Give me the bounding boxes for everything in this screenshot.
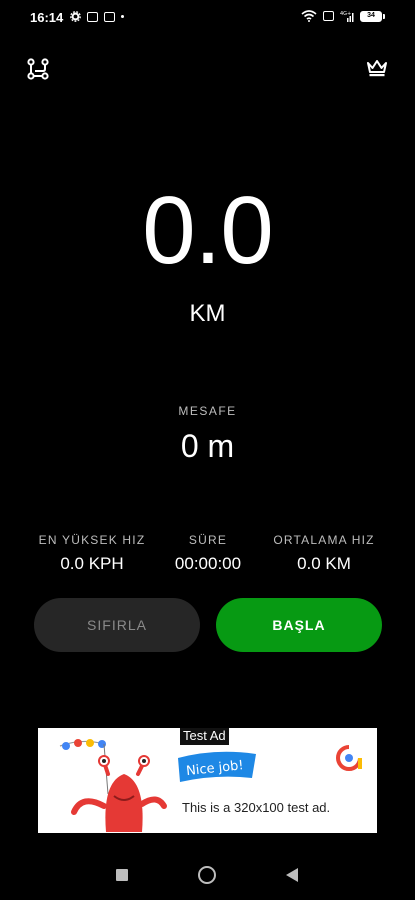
nice-job-flag: Nice job! <box>178 751 256 782</box>
crown-icon[interactable] <box>366 58 388 78</box>
reset-button[interactable]: SIFIRLA <box>34 598 200 652</box>
notification-app-icon <box>87 11 98 22</box>
recent-apps-icon[interactable] <box>116 869 128 881</box>
avg-speed-label: ORTALAMA HIZ <box>273 533 375 547</box>
battery-icon: 34 <box>360 10 385 22</box>
start-button[interactable]: BAŞLA <box>216 598 382 652</box>
max-speed-stat: EN YÜKSEK HIZ 0.0 KPH <box>32 533 152 574</box>
route-icon[interactable] <box>27 58 49 80</box>
back-icon[interactable] <box>286 868 298 882</box>
settings-gear-icon <box>70 11 81 22</box>
system-icons: 4G+ 34 <box>301 10 385 22</box>
system-navigation-bar <box>0 852 415 900</box>
battery-level: 34 <box>367 11 375 19</box>
test-ad-label: Test Ad <box>180 728 229 745</box>
duration-label: SÜRE <box>188 533 228 547</box>
admob-logo-icon <box>336 745 362 771</box>
distance-label: MESAFE <box>178 404 237 418</box>
speed-unit: KM <box>189 300 226 327</box>
speed-value: 0.0 <box>142 177 273 284</box>
notification-message-icon <box>104 11 115 22</box>
notification-icons <box>70 11 124 22</box>
wifi-icon <box>301 10 317 22</box>
avg-speed-value: 0.0 KM <box>297 554 351 573</box>
max-speed-value: 0.0 KPH <box>60 554 124 573</box>
more-notifications-icon <box>121 15 124 18</box>
test-ad-banner[interactable]: Nice job! Test Ad This is a 320x100 test… <box>38 728 377 833</box>
status-time: 16:14 <box>30 10 64 25</box>
sim-icon <box>323 11 334 21</box>
max-speed-label: EN YÜKSEK HIZ <box>38 533 146 547</box>
duration-value: 00:00:00 <box>174 554 242 573</box>
avg-speed-stat: ORTALAMA HIZ 0.0 KM <box>264 533 384 574</box>
monster-mascot-icon <box>59 739 167 832</box>
distance-value: 0 m <box>180 428 235 464</box>
home-icon[interactable] <box>198 866 216 884</box>
status-bar: 16:14 4G+ 34 <box>0 0 415 36</box>
duration-stat: SÜRE 00:00:00 <box>158 533 258 574</box>
ad-description: This is a 320x100 test ad. <box>182 800 331 815</box>
signal-icon: 4G+ <box>340 11 354 22</box>
